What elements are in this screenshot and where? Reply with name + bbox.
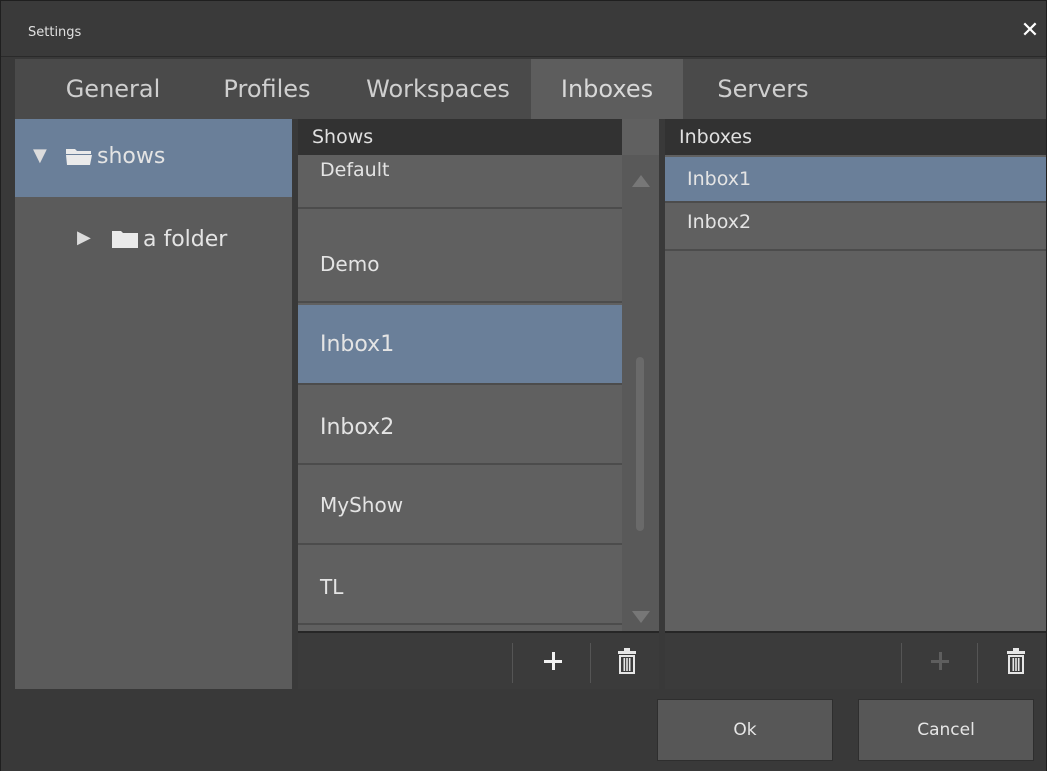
plus-icon — [931, 652, 949, 670]
list-item-label: Inbox2 — [320, 415, 395, 440]
list-item[interactable]: TL — [298, 545, 622, 625]
folder-icon — [112, 231, 138, 248]
folder-tree: ▼ shows ▶ a folder — [15, 119, 292, 689]
inboxes-toolbar — [665, 631, 1046, 689]
tab-profiles[interactable]: Profiles — [201, 59, 333, 119]
delete-inbox-button[interactable] — [985, 633, 1043, 691]
tree-item-label: a folder — [143, 227, 228, 252]
tab-bar: General Profiles Workspaces Inboxes Serv… — [15, 59, 1046, 119]
toolbar-divider — [901, 643, 902, 683]
shows-header: Shows — [298, 119, 622, 155]
list-item-label: Inbox1 — [687, 168, 752, 190]
tree-item-label: shows — [97, 144, 166, 169]
open-folder-icon — [66, 149, 92, 165]
list-item[interactable]: Default — [298, 155, 622, 209]
list-item-label: Inbox2 — [687, 211, 752, 233]
shows-scrollbar[interactable] — [622, 155, 659, 631]
tab-general[interactable]: General — [33, 59, 193, 119]
window-title: Settings — [28, 25, 82, 40]
collapsed-arrow-icon[interactable]: ▶ — [77, 227, 91, 248]
tab-servers[interactable]: Servers — [693, 59, 833, 119]
toolbar-divider — [977, 643, 978, 683]
list-item-label: Inbox1 — [320, 332, 395, 357]
list-item-label: MyShow — [320, 493, 404, 517]
shows-list: Default Demo Inbox1 Inbox2 MyShow TL — [298, 155, 622, 631]
list-item-label: Default — [320, 159, 390, 181]
add-show-button[interactable] — [524, 633, 582, 691]
list-item[interactable]: Inbox1 — [298, 305, 622, 385]
close-icon[interactable]: ✕ — [1018, 19, 1042, 43]
settings-window: Settings ✕ General Profiles Workspaces I… — [0, 0, 1047, 771]
scroll-thumb[interactable] — [636, 357, 644, 531]
tab-workspaces[interactable]: Workspaces — [343, 59, 533, 119]
tree-item-a-folder[interactable]: ▶ a folder — [15, 199, 292, 277]
list-item-label: Demo — [320, 252, 380, 276]
shows-toolbar — [298, 631, 659, 689]
tab-inboxes[interactable]: Inboxes — [531, 59, 683, 119]
list-item[interactable]: Demo — [298, 223, 622, 303]
toolbar-divider — [590, 643, 591, 683]
trash-icon — [1007, 648, 1025, 674]
list-item[interactable]: Inbox2 — [298, 385, 622, 465]
plus-icon — [544, 652, 562, 670]
ok-button[interactable]: Ok — [657, 699, 833, 761]
trash-icon — [618, 648, 636, 674]
tree-item-shows[interactable]: ▼ shows — [15, 119, 292, 197]
dialog-footer: Ok Cancel — [1, 691, 1046, 771]
scroll-up-icon[interactable] — [632, 175, 650, 187]
list-item[interactable]: MyShow — [298, 465, 622, 545]
list-item[interactable]: Inbox1 — [665, 157, 1046, 203]
cancel-button[interactable]: Cancel — [858, 699, 1034, 761]
shows-panel: Shows Default Demo Inbox1 Inbox2 MyShow … — [298, 119, 659, 689]
expanded-arrow-icon[interactable]: ▼ — [33, 145, 47, 166]
title-bar: Settings ✕ — [1, 1, 1046, 57]
inboxes-panel: Inboxes Inbox1 Inbox2 — [665, 119, 1046, 689]
delete-show-button[interactable] — [598, 633, 656, 691]
toolbar-divider — [512, 643, 513, 683]
inboxes-header: Inboxes — [665, 119, 1046, 155]
list-item-label: TL — [320, 575, 344, 599]
scroll-down-icon[interactable] — [632, 611, 650, 623]
add-inbox-button[interactable] — [911, 633, 969, 691]
list-item[interactable]: Inbox2 — [665, 205, 1046, 251]
